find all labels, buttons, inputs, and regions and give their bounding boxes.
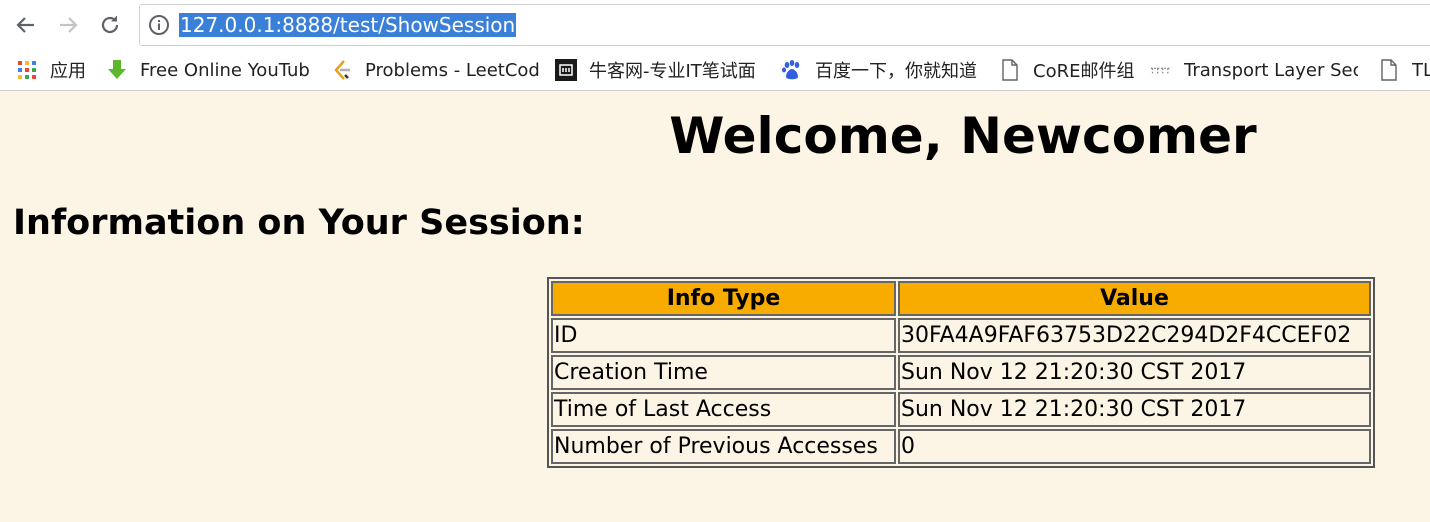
forward-button[interactable] [52,9,84,41]
browser-chrome: 127.0.0.1:8888/test/ShowSession 应用 Free … [0,0,1430,91]
info-type-cell: ID [551,318,896,353]
forward-arrow-icon [60,17,78,33]
table-row: Creation Time Sun Nov 12 21:20:30 CST 20… [551,355,1371,390]
value-cell: 0 [898,429,1371,464]
table-header-row: Info Type Value [551,281,1371,316]
bookmark-free-online-youtube[interactable]: Free Online YouTub [106,56,314,84]
column-header-info-type: Info Type [551,281,896,316]
bookmark-leetcode[interactable]: Problems - LeetCod [331,56,539,84]
baidu-paw-icon [781,59,803,81]
leetcode-icon [331,59,353,81]
page-content: Welcome, Newcomer Information on Your Se… [0,91,1430,522]
dotted-logo-icon [1150,59,1172,81]
bookmark-transport-layer-security[interactable]: Transport Layer Sec [1150,56,1358,84]
back-arrow-icon [16,17,34,33]
bookmark-baidu[interactable]: 百度一下，你就知道 [781,56,986,84]
nowcoder-icon [555,59,577,81]
bookmark-tl[interactable]: TL [1378,56,1430,84]
info-icon[interactable] [148,14,170,36]
url-text[interactable]: 127.0.0.1:8888/test/ShowSession [179,13,517,37]
section-heading: Information on Your Session: [13,203,585,243]
info-type-cell: Number of Previous Accesses [551,429,896,464]
address-bar[interactable]: 127.0.0.1:8888/test/ShowSession [139,4,1430,46]
table-row: Time of Last Access Sun Nov 12 21:20:30 … [551,392,1371,427]
table-row: ID 30FA4A9FAF63753D22C294D2F4CCEF02 [551,318,1371,353]
apps-grid-icon [16,59,38,81]
info-type-cell: Creation Time [551,355,896,390]
bookmarks-bar: 应用 Free Online YouTub Problems - LeetCod [0,52,1430,88]
reload-button[interactable] [94,9,126,41]
page-title: Welcome, Newcomer [669,107,1257,165]
value-cell: Sun Nov 12 21:20:30 CST 2017 [898,355,1371,390]
page-icon [1378,59,1400,81]
page-icon [999,59,1021,81]
bookmark-nowcoder[interactable]: 牛客网-专业IT笔试面 [555,56,765,84]
value-cell: 30FA4A9FAF63753D22C294D2F4CCEF02 [898,318,1371,353]
download-arrow-icon [106,59,128,81]
column-header-value: Value [898,281,1371,316]
browser-toolbar: 127.0.0.1:8888/test/ShowSession [0,0,1430,50]
table-row: Number of Previous Accesses 0 [551,429,1371,464]
value-cell: Sun Nov 12 21:20:30 CST 2017 [898,392,1371,427]
bookmark-apps[interactable]: 应用 [16,56,96,84]
session-info-table: Info Type Value ID 30FA4A9FAF63753D22C29… [547,277,1375,468]
bookmark-core-mail-group[interactable]: CoRE邮件组 [999,56,1139,84]
info-type-cell: Time of Last Access [551,392,896,427]
reload-icon [101,16,119,34]
back-button[interactable] [10,9,42,41]
